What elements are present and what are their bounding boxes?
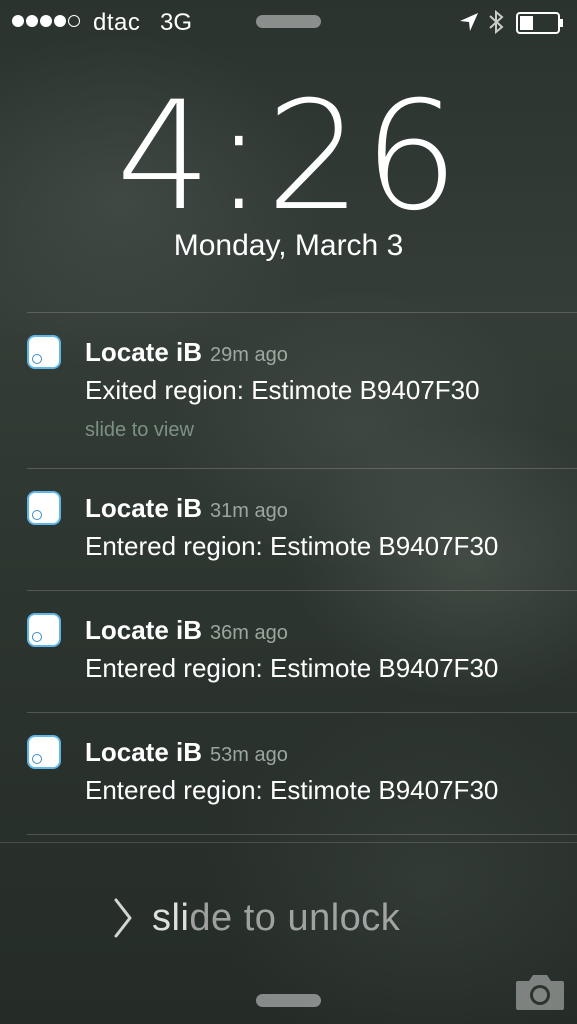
info-icon (32, 754, 42, 764)
notification-message: Entered region: Estimote B9407F30 (85, 775, 499, 805)
app-icon (27, 491, 61, 525)
notification-app-name: Locate iB (85, 615, 203, 645)
bluetooth-icon (489, 9, 504, 35)
camera-icon[interactable] (514, 972, 566, 1012)
notification-time: 36m ago (210, 622, 288, 644)
notification-app-name: Locate iB (85, 337, 203, 367)
network-type: 3G (160, 9, 193, 36)
info-icon (32, 510, 42, 520)
carrier-name: dtac (93, 9, 141, 36)
slide-to-unlock-rest: de to unlock (189, 896, 401, 939)
divider (27, 834, 577, 835)
notification-time: 29m ago (210, 344, 288, 366)
signal-dot (68, 15, 80, 27)
control-center-grabber[interactable] (256, 994, 321, 1007)
status-bar: dtac 3G (0, 0, 577, 44)
notification-app-name: Locate iB (85, 493, 203, 523)
signal-strength-indicator (12, 15, 80, 27)
notification-app-name: Locate iB (85, 737, 203, 767)
signal-dot (26, 15, 38, 27)
app-icon (27, 735, 61, 769)
battery-icon (516, 12, 563, 34)
slide-to-unlock-label: slide to unlock (152, 897, 400, 940)
slide-to-unlock-highlight: sli (152, 896, 190, 939)
notification-message: Exited region: Estimote B9407F30 (85, 375, 480, 405)
notification-message: Entered region: Estimote B9407F30 (85, 531, 499, 561)
notification-time: 31m ago (210, 500, 288, 522)
divider (0, 842, 577, 843)
signal-dot (54, 15, 66, 27)
notification-center-grabber[interactable] (256, 15, 321, 28)
app-icon (27, 335, 61, 369)
lock-screen-date: Monday, March 3 (173, 229, 404, 262)
notification-item[interactable]: Locate iB 53m ago Entered region: Estimot… (27, 713, 577, 834)
notification-item[interactable]: Locate iB 31m ago Entered region: Estimot… (27, 469, 577, 590)
notification-list: Locate iB 29m ago Exited region: Estimote… (27, 312, 577, 835)
notification-time: 53m ago (210, 744, 288, 766)
slide-to-view-hint: slide to view (85, 419, 194, 441)
app-icon (27, 613, 61, 647)
notification-item[interactable]: Locate iB 29m ago Exited region: Estimote… (27, 313, 577, 468)
info-icon (32, 632, 42, 642)
info-icon (32, 354, 42, 364)
notification-item[interactable]: Locate iB 36m ago Entered region: Estimot… (27, 591, 577, 712)
slide-to-unlock[interactable]: slide to unlock (112, 893, 400, 943)
notification-message: Entered region: Estimote B9407F30 (85, 653, 499, 683)
chevron-right-icon (114, 898, 132, 938)
lock-screen-clock: 4:26 (116, 70, 461, 244)
signal-dot (40, 15, 52, 27)
signal-dot (12, 15, 24, 27)
location-arrow-icon (460, 13, 478, 31)
